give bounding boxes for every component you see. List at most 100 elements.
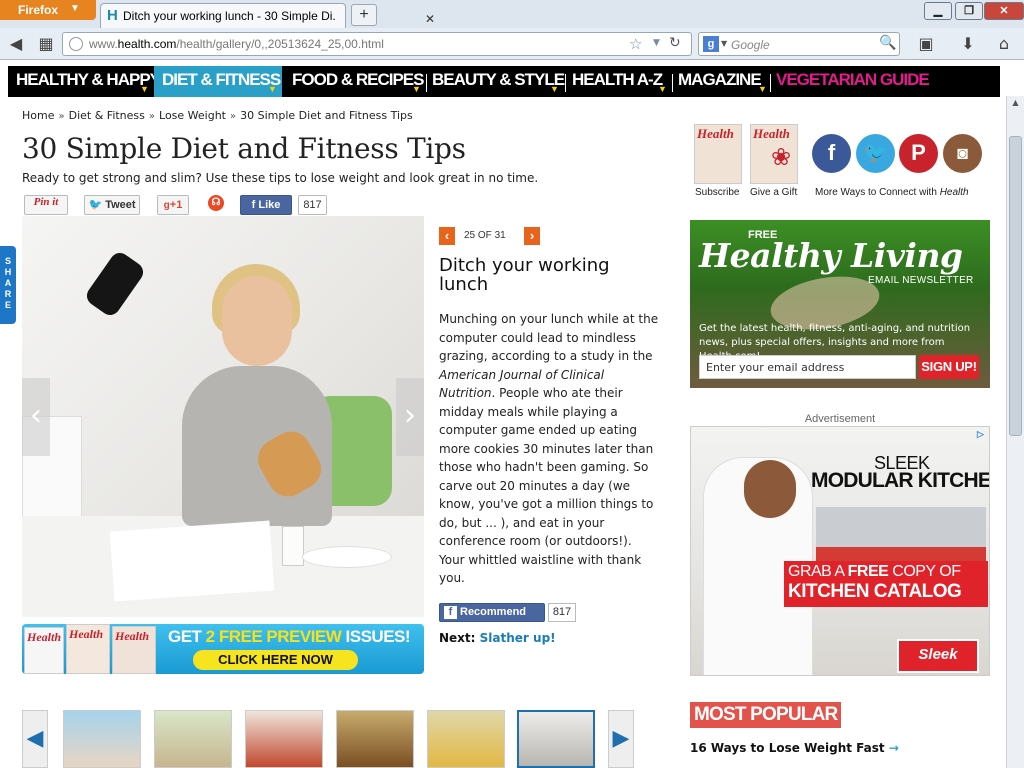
- minimize-button[interactable]: ▁: [924, 2, 952, 20]
- breadcrumb: Home» Diet & Fitness» Lose Weight» 30 Simpl…: [22, 109, 413, 122]
- newsletter-title: Healthy Living: [699, 236, 963, 275]
- gallery-thumbnail[interactable]: [154, 710, 232, 768]
- pager-prev-button[interactable]: ‹: [439, 227, 455, 245]
- nav-health-az[interactable]: HEALTH A-Z ▼: [564, 66, 670, 97]
- facebook-recommend-button[interactable]: f Recommend: [439, 603, 545, 622]
- tab-title: Ditch your working lunch - 30 Simple Di.…: [123, 9, 335, 23]
- free-issues-banner[interactable]: Health Health Health GET 2 FREE PREVIEW …: [22, 624, 424, 674]
- search-icon[interactable]: 🔍: [879, 35, 896, 51]
- breadcrumb-diet-fitness[interactable]: Diet & Fitness: [69, 109, 145, 122]
- next-slide-link[interactable]: Slather up!: [480, 631, 556, 645]
- facebook-f-icon: f: [251, 199, 256, 211]
- pinterest-pin-button[interactable]: Pin it: [24, 195, 68, 215]
- photo-paper-shape: [109, 520, 275, 602]
- address-bar[interactable]: www.health.com/health/gallery/0,,2051362…: [62, 32, 692, 56]
- google-icon[interactable]: g: [703, 36, 719, 52]
- most-popular-item[interactable]: 16 Ways to Lose Weight Fast →: [690, 741, 899, 755]
- maximize-button[interactable]: ❐: [955, 2, 983, 20]
- home-icon[interactable]: ⌂: [992, 33, 1016, 55]
- download-icon[interactable]: ⬇: [956, 33, 980, 55]
- tweet-button[interactable]: 🐦 Tweet: [84, 195, 140, 215]
- firefox-menu-label: Firefox: [18, 3, 59, 17]
- page-title: 30 Simple Diet and Fitness Tips: [22, 132, 466, 165]
- nav-food-recipes[interactable]: FOOD & RECIPES ▼: [284, 66, 424, 97]
- subscribe-magazine-image[interactable]: Health: [694, 124, 742, 184]
- share-side-tab[interactable]: SHARE: [0, 246, 16, 324]
- search-placeholder: Google: [731, 38, 770, 52]
- google-plus-button[interactable]: g+1: [157, 195, 189, 215]
- nav-vegetarian-guide[interactable]: VEGETARIAN GUIDE: [768, 66, 930, 97]
- url-text: www.health.com/health/gallery/0,,2051362…: [89, 37, 384, 51]
- twitter-icon[interactable]: 🐦: [856, 134, 895, 173]
- breadcrumb-separator: »: [58, 111, 65, 122]
- photo-woman-head-shape: [222, 276, 292, 366]
- signup-button[interactable]: SIGN UP!: [919, 355, 979, 379]
- close-tab-icon[interactable]: ✕: [425, 12, 435, 26]
- slide-title: Ditch your working lunch: [439, 255, 610, 295]
- facebook-icon[interactable]: f: [812, 134, 851, 173]
- thumbs-next-arrow[interactable]: ▶: [608, 710, 634, 768]
- back-icon[interactable]: ◀: [4, 33, 28, 55]
- chevron-down-icon[interactable]: ▼: [653, 38, 660, 48]
- bookmark-star-icon[interactable]: ☆: [629, 35, 642, 53]
- gift-magazine-image[interactable]: Health ❀: [750, 124, 798, 184]
- most-popular-heading: MOST POPULAR: [690, 702, 842, 728]
- gallery-thumbnail-selected[interactable]: [517, 710, 595, 768]
- arrow-right-icon: →: [888, 741, 899, 755]
- facebook-like-button[interactable]: f Like: [240, 195, 292, 215]
- scrollbar-thumb[interactable]: [1009, 136, 1022, 436]
- gallery-next-arrow[interactable]: ›: [396, 378, 424, 456]
- nav-magazine[interactable]: MAGAZINE ▼: [670, 66, 770, 97]
- gallery-main-photo: [22, 216, 424, 617]
- newsletter-email-field[interactable]: [699, 355, 916, 379]
- thumbs-prev-arrow[interactable]: ◀: [22, 710, 48, 768]
- pinterest-icon[interactable]: P: [899, 134, 938, 173]
- gallery-prev-arrow[interactable]: ‹: [22, 378, 50, 456]
- new-tab-button[interactable]: +: [351, 4, 377, 26]
- photo-phone-shape: [83, 249, 147, 319]
- instagram-icon[interactable]: ◙: [943, 134, 982, 173]
- browser-tab-active[interactable]: H Ditch your working lunch - 30 Simple D…: [100, 3, 435, 28]
- breadcrumb-home[interactable]: Home: [22, 109, 54, 122]
- scroll-up-icon[interactable]: ▲: [1007, 98, 1024, 114]
- give-gift-link[interactable]: Give a Gift: [750, 187, 797, 198]
- more-ways-to-connect[interactable]: More Ways to Connect with Health: [815, 187, 969, 198]
- browser-navbar: ◀ ▦ www.health.com/health/gallery/0,,205…: [0, 28, 1024, 60]
- breadcrumb-current[interactable]: 30 Simple Diet and Fitness Tips: [240, 109, 413, 122]
- triangle-down-icon: ▼: [412, 84, 421, 94]
- browser-titlebar: Firefox ▼ H Ditch your working lunch - 3…: [0, 0, 1024, 28]
- breadcrumb-separator: »: [148, 111, 156, 122]
- ad-brand-logo: Sleek: [897, 639, 979, 673]
- chevron-down-icon[interactable]: ▼: [721, 39, 727, 48]
- pager-count: 25 OF 31: [464, 230, 506, 241]
- subscribe-link[interactable]: Subscribe: [695, 187, 739, 198]
- pager-next-button[interactable]: ›: [524, 227, 540, 245]
- recommend-count: 817: [548, 603, 576, 622]
- breadcrumb-lose-weight[interactable]: Lose Weight: [159, 109, 226, 122]
- promo-cta-button[interactable]: CLICK HERE NOW: [193, 650, 358, 670]
- nav-diet-fitness[interactable]: DIET & FITNESS ▼: [154, 66, 282, 97]
- search-bar[interactable]: g ▼ Google 🔍: [698, 32, 900, 56]
- site-nav: HEALTHY & HAPPY ▼ DIET & FITNESS ▼ FOOD & …: [8, 66, 1000, 97]
- email-input[interactable]: [700, 356, 915, 378]
- nav-beauty-style[interactable]: BEAUTY & STYLE ▼: [424, 66, 565, 97]
- gallery-thumbnail[interactable]: [245, 710, 323, 768]
- reload-icon[interactable]: ↻: [669, 35, 681, 51]
- like-count: 817: [298, 195, 327, 215]
- gallery-thumbnail[interactable]: [336, 710, 414, 768]
- close-window-button[interactable]: ✕: [984, 2, 1024, 20]
- adchoices-icon[interactable]: ▷: [977, 429, 989, 441]
- stumbleupon-button[interactable]: ☊: [208, 195, 226, 215]
- next-label: Next:: [439, 631, 476, 645]
- advertisement-label: Advertisement: [804, 413, 876, 425]
- gallery-thumbnail[interactable]: [427, 710, 505, 768]
- gallery-thumbnail[interactable]: [63, 710, 141, 768]
- kitchen-advertisement[interactable]: ▷ SLEEK MODULAR KITCHEN GRAB A FREE COPY…: [690, 426, 990, 676]
- firefox-menu-button[interactable]: Firefox ▼: [0, 0, 96, 20]
- history-icon[interactable]: ▦: [34, 33, 58, 55]
- bookmarks-icon[interactable]: ▣: [914, 33, 938, 55]
- chevron-down-icon: ▼: [70, 3, 80, 14]
- nav-healthy-happy[interactable]: HEALTHY & HAPPY ▼: [8, 66, 161, 97]
- page-scrollbar[interactable]: ▲: [1006, 96, 1024, 768]
- triangle-down-icon: ▼: [550, 84, 559, 94]
